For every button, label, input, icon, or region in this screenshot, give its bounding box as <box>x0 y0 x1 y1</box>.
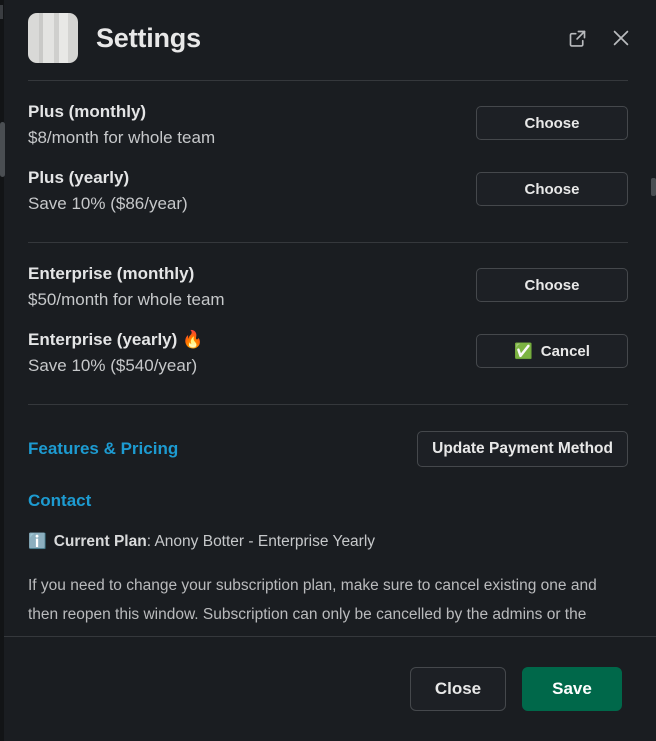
current-plan-row: ℹ️ Current Plan: Anony Botter - Enterpri… <box>28 511 628 553</box>
check-mark-icon: ✅ <box>514 342 533 360</box>
current-plan-separator: : <box>146 533 152 550</box>
left-edge-marker <box>0 5 3 19</box>
cancel-plan-button[interactable]: ✅ Cancel <box>476 334 628 368</box>
plan-description: Save 10% ($540/year) <box>28 356 198 375</box>
app-logo-icon <box>28 13 78 63</box>
plan-group-plus: Plus (monthly) $8/month for whole team C… <box>28 81 628 218</box>
plan-name: Enterprise (monthly) <box>28 264 195 283</box>
external-link-icon[interactable] <box>564 25 590 51</box>
plan-row: Enterprise (monthly) $50/month for whole… <box>28 243 628 314</box>
plan-description: Save 10% ($86/year) <box>28 194 188 213</box>
subscription-note: If you need to change your subscription … <box>28 577 597 636</box>
plan-row: Plus (monthly) $8/month for whole team C… <box>28 81 628 152</box>
plan-row: Plus (yearly) Save 10% ($86/year) Choose <box>28 152 628 218</box>
plan-text: Enterprise (yearly) 🔥 Save 10% ($540/yea… <box>28 328 476 380</box>
features-pricing-link[interactable]: Features & Pricing <box>28 439 178 459</box>
divider-wrap <box>28 218 628 243</box>
plan-text: Plus (monthly) $8/month for whole team <box>28 100 476 152</box>
features-pricing-row: Features & Pricing Update Payment Method <box>28 405 628 467</box>
plan-description: $8/month for whole team <box>28 128 216 147</box>
plan-text: Plus (yearly) Save 10% ($86/year) <box>28 166 476 218</box>
close-icon[interactable] <box>608 25 634 51</box>
update-payment-method-button[interactable]: Update Payment Method <box>417 431 628 467</box>
plan-group-enterprise: Enterprise (monthly) $50/month for whole… <box>28 243 628 380</box>
current-plan-label: Current Plan <box>53 533 147 550</box>
choose-plan-button[interactable]: Choose <box>476 172 628 206</box>
cancel-plan-label: Cancel <box>540 342 590 360</box>
settings-modal: Settings Plus (monthly) $8/month for who… <box>0 0 656 741</box>
plan-description: $50/month for whole team <box>28 290 225 309</box>
plan-name: Plus (yearly) <box>28 168 130 187</box>
choose-plan-button[interactable]: Choose <box>476 106 628 140</box>
plan-name: Enterprise (yearly) 🔥 <box>28 328 476 352</box>
contact-row: Contact <box>28 467 628 511</box>
plan-name-text: Enterprise (yearly) <box>28 330 178 349</box>
plan-name: Plus (monthly) <box>28 102 147 121</box>
left-edge-strip <box>0 0 4 741</box>
page-title: Settings <box>96 22 201 53</box>
modal-body: Plus (monthly) $8/month for whole team C… <box>0 76 656 636</box>
right-scrollbar-thumb[interactable] <box>651 178 656 196</box>
plan-row: Enterprise (yearly) 🔥 Save 10% ($540/yea… <box>28 314 628 380</box>
save-button[interactable]: Save <box>522 667 622 711</box>
divider-wrap <box>28 380 628 405</box>
modal-header: Settings <box>0 0 656 76</box>
left-scrollbar-thumb[interactable] <box>0 122 5 177</box>
current-plan-value: Anony Botter - Enterprise Yearly <box>154 533 376 550</box>
header-actions <box>564 25 634 51</box>
modal-footer: Close Save <box>0 636 656 741</box>
info-icon: ℹ️ <box>28 533 47 550</box>
plan-text: Enterprise (monthly) $50/month for whole… <box>28 262 476 314</box>
fire-icon: 🔥 <box>182 330 204 349</box>
close-button[interactable]: Close <box>410 667 506 711</box>
contact-link[interactable]: Contact <box>28 491 91 510</box>
choose-plan-button[interactable]: Choose <box>476 268 628 302</box>
